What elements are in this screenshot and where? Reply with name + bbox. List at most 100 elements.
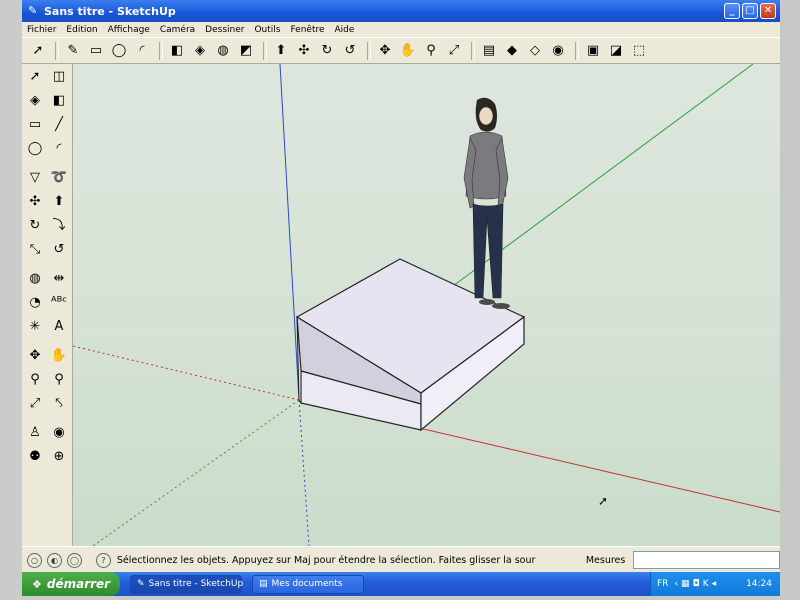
left-toolbar-row: ♙ ◉ <box>22 420 72 444</box>
tray-arrow-icon[interactable]: ‹ <box>674 579 678 589</box>
offset-icon[interactable]: ↺ <box>49 239 69 259</box>
make-component-icon[interactable]: ◫ <box>49 66 69 86</box>
status-text: Sélectionnez les objets. Appuyez sur Maj… <box>116 554 536 566</box>
left-toolbar-row: ◍ ⇹ <box>22 266 72 290</box>
task-label: Mes documents <box>271 579 343 589</box>
help-icon[interactable]: ? <box>95 552 111 568</box>
close-button[interactable]: ✕ <box>760 3 776 19</box>
start-button[interactable]: ❖ démarrer <box>22 572 120 596</box>
language-indicator[interactable]: FR <box>657 579 668 589</box>
left-toolbar-row: ◯ ◜ <box>22 136 72 160</box>
zoom-extents-icon[interactable]: ⤢ <box>25 393 45 413</box>
text-icon[interactable]: ᴬᴮᶜ <box>49 292 69 312</box>
pan-icon[interactable]: ✋ <box>398 41 418 61</box>
eraser-icon[interactable]: ◧ <box>49 90 69 110</box>
position-camera-icon[interactable]: ♙ <box>25 422 45 442</box>
orbit-icon[interactable]: ✥ <box>375 41 395 61</box>
line-icon[interactable]: ╱ <box>49 114 69 134</box>
select-icon[interactable]: ➚ <box>25 66 45 86</box>
task-sketchup[interactable]: ✎ Sans titre - SketchUp <box>130 574 243 594</box>
menu-dessiner[interactable]: Dessiner <box>200 25 249 35</box>
look-around-icon[interactable]: ◉ <box>49 422 69 442</box>
mouse-cursor-icon: ➚ <box>598 494 609 508</box>
left-toolbar-row: ➚ ◫ <box>22 64 72 88</box>
circle-icon[interactable]: ◯ <box>109 41 129 61</box>
freehand-icon[interactable]: ➰ <box>49 167 69 187</box>
paint-bucket-icon[interactable]: ◈ <box>25 90 45 110</box>
polygon-icon[interactable]: ▽ <box>25 167 45 187</box>
pencil-icon[interactable]: ✎ <box>63 41 83 61</box>
move-icon[interactable]: ✣ <box>25 191 45 211</box>
components-icon[interactable]: ▣ <box>583 41 603 61</box>
walk-icon[interactable]: ⚉ <box>25 446 45 466</box>
zoom-extents-icon[interactable]: ⤢ <box>444 41 464 61</box>
section-plane-icon[interactable]: ⊕ <box>49 446 69 466</box>
materials-icon[interactable]: ◪ <box>606 41 626 61</box>
section-plane-icon[interactable]: ▤ <box>479 41 499 61</box>
arc-icon[interactable]: ◜ <box>49 138 69 158</box>
dimension-icon[interactable]: ⇹ <box>49 268 69 288</box>
zoom-window-icon[interactable]: ⚲ <box>49 369 69 389</box>
follow-me-icon[interactable]: ⤵ <box>49 215 69 235</box>
antivirus-icon[interactable]: ◘ <box>693 579 700 589</box>
left-toolbar: ➚ ◫ ◈ ◧ ▭ ╱ ◯ ◜ ▽ ➰ ✣ ⬆ ↻ ⤵ ⤡ ↺ ◍ ⇹ ◔ ᴬᴮᶜ ✳ A ✥ ✋ ⚲ ⚲ ⤢ ⤣ ♙ ◉ ⚉ ⊕ <box>22 64 73 546</box>
tape-measure-icon[interactable]: ◍ <box>25 268 45 288</box>
menu-edition[interactable]: Edition <box>61 25 102 35</box>
sketchup-pencil-icon: ✎ <box>28 4 38 17</box>
drawing-viewport[interactable]: ➚ <box>73 64 780 546</box>
scale-icon[interactable]: ⤡ <box>25 239 45 259</box>
protractor-icon[interactable]: ◔ <box>25 292 45 312</box>
zoom-icon[interactable]: ⚲ <box>25 369 45 389</box>
menu-fenetre[interactable]: Fenêtre <box>285 25 329 35</box>
rotate-icon[interactable]: ↻ <box>25 215 45 235</box>
3d-text-icon[interactable]: A <box>49 316 69 336</box>
google-earth-icon[interactable]: ◉ <box>548 41 568 61</box>
push-pull-icon[interactable]: ⬆ <box>271 41 291 61</box>
volume-icon[interactable]: ◂ <box>712 579 717 589</box>
maximize-button[interactable]: □ <box>742 3 758 19</box>
move-icon[interactable]: ✣ <box>294 41 314 61</box>
pan-icon[interactable]: ✋ <box>49 345 69 365</box>
text-icon[interactable]: ◩ <box>236 41 256 61</box>
menu-fichier[interactable]: Fichier <box>22 25 61 35</box>
person-figure[interactable] <box>463 97 510 309</box>
system-tray: FR ‹ ▦ ◘ K ◂ 14:24 <box>650 572 780 596</box>
arc-icon[interactable]: ◜ <box>132 41 152 61</box>
credits-icon[interactable]: ◐ <box>46 552 62 568</box>
scene-svg <box>73 64 780 546</box>
circle-icon[interactable]: ◯ <box>25 138 45 158</box>
top-toolbar: ➚ ✎ ▭ ◯ ◜ ◧ ◈ ◍ ◩ ⬆ ✣ ↻ ↺ ✥ ✋ ⚲ ⤢ ▤ ◆ ◇ ◉ ▣ ◪ ⬚ <box>22 37 780 64</box>
title-bar[interactable]: ✎ Sans titre - SketchUp _ □ ✕ <box>22 0 780 22</box>
toolbar-separator <box>55 41 59 60</box>
offset-icon[interactable]: ↺ <box>340 41 360 61</box>
get-models-icon[interactable]: ◆ <box>502 41 522 61</box>
previous-view-icon[interactable]: ⤣ <box>49 393 69 413</box>
measures-input[interactable] <box>633 551 780 569</box>
geo-location-icon[interactable]: ○ <box>27 552 42 568</box>
tape-measure-icon[interactable]: ◍ <box>213 41 233 61</box>
network-icon[interactable]: ▦ <box>681 579 690 589</box>
select-icon[interactable]: ➚ <box>28 41 48 61</box>
security-icon[interactable]: K <box>703 579 709 589</box>
rectangle-icon[interactable]: ▭ <box>25 114 45 134</box>
paint-bucket-icon[interactable]: ◈ <box>190 41 210 61</box>
menu-bar: Fichier Edition Affichage Caméra Dessine… <box>22 22 780 37</box>
rectangle-icon[interactable]: ▭ <box>86 41 106 61</box>
push-pull-icon[interactable]: ⬆ <box>49 191 69 211</box>
orbit-icon[interactable]: ✥ <box>25 345 45 365</box>
styles-icon[interactable]: ⬚ <box>629 41 649 61</box>
eraser-icon[interactable]: ◧ <box>167 41 187 61</box>
minimize-button[interactable]: _ <box>724 3 740 19</box>
menu-camera[interactable]: Caméra <box>155 25 200 35</box>
user-icon[interactable]: ◯ <box>66 552 82 568</box>
axes-icon[interactable]: ✳ <box>25 316 45 336</box>
share-model-icon[interactable]: ◇ <box>525 41 545 61</box>
rotate-icon[interactable]: ↻ <box>317 41 337 61</box>
left-toolbar-row: ⚲ ⚲ <box>22 367 72 391</box>
menu-aide[interactable]: Aide <box>330 25 360 35</box>
menu-outils[interactable]: Outils <box>249 25 285 35</box>
zoom-icon[interactable]: ⚲ <box>421 41 441 61</box>
menu-affichage[interactable]: Affichage <box>103 25 155 35</box>
task-mes-documents[interactable]: ▤ Mes documents <box>252 574 364 594</box>
start-label: démarrer <box>46 577 111 591</box>
